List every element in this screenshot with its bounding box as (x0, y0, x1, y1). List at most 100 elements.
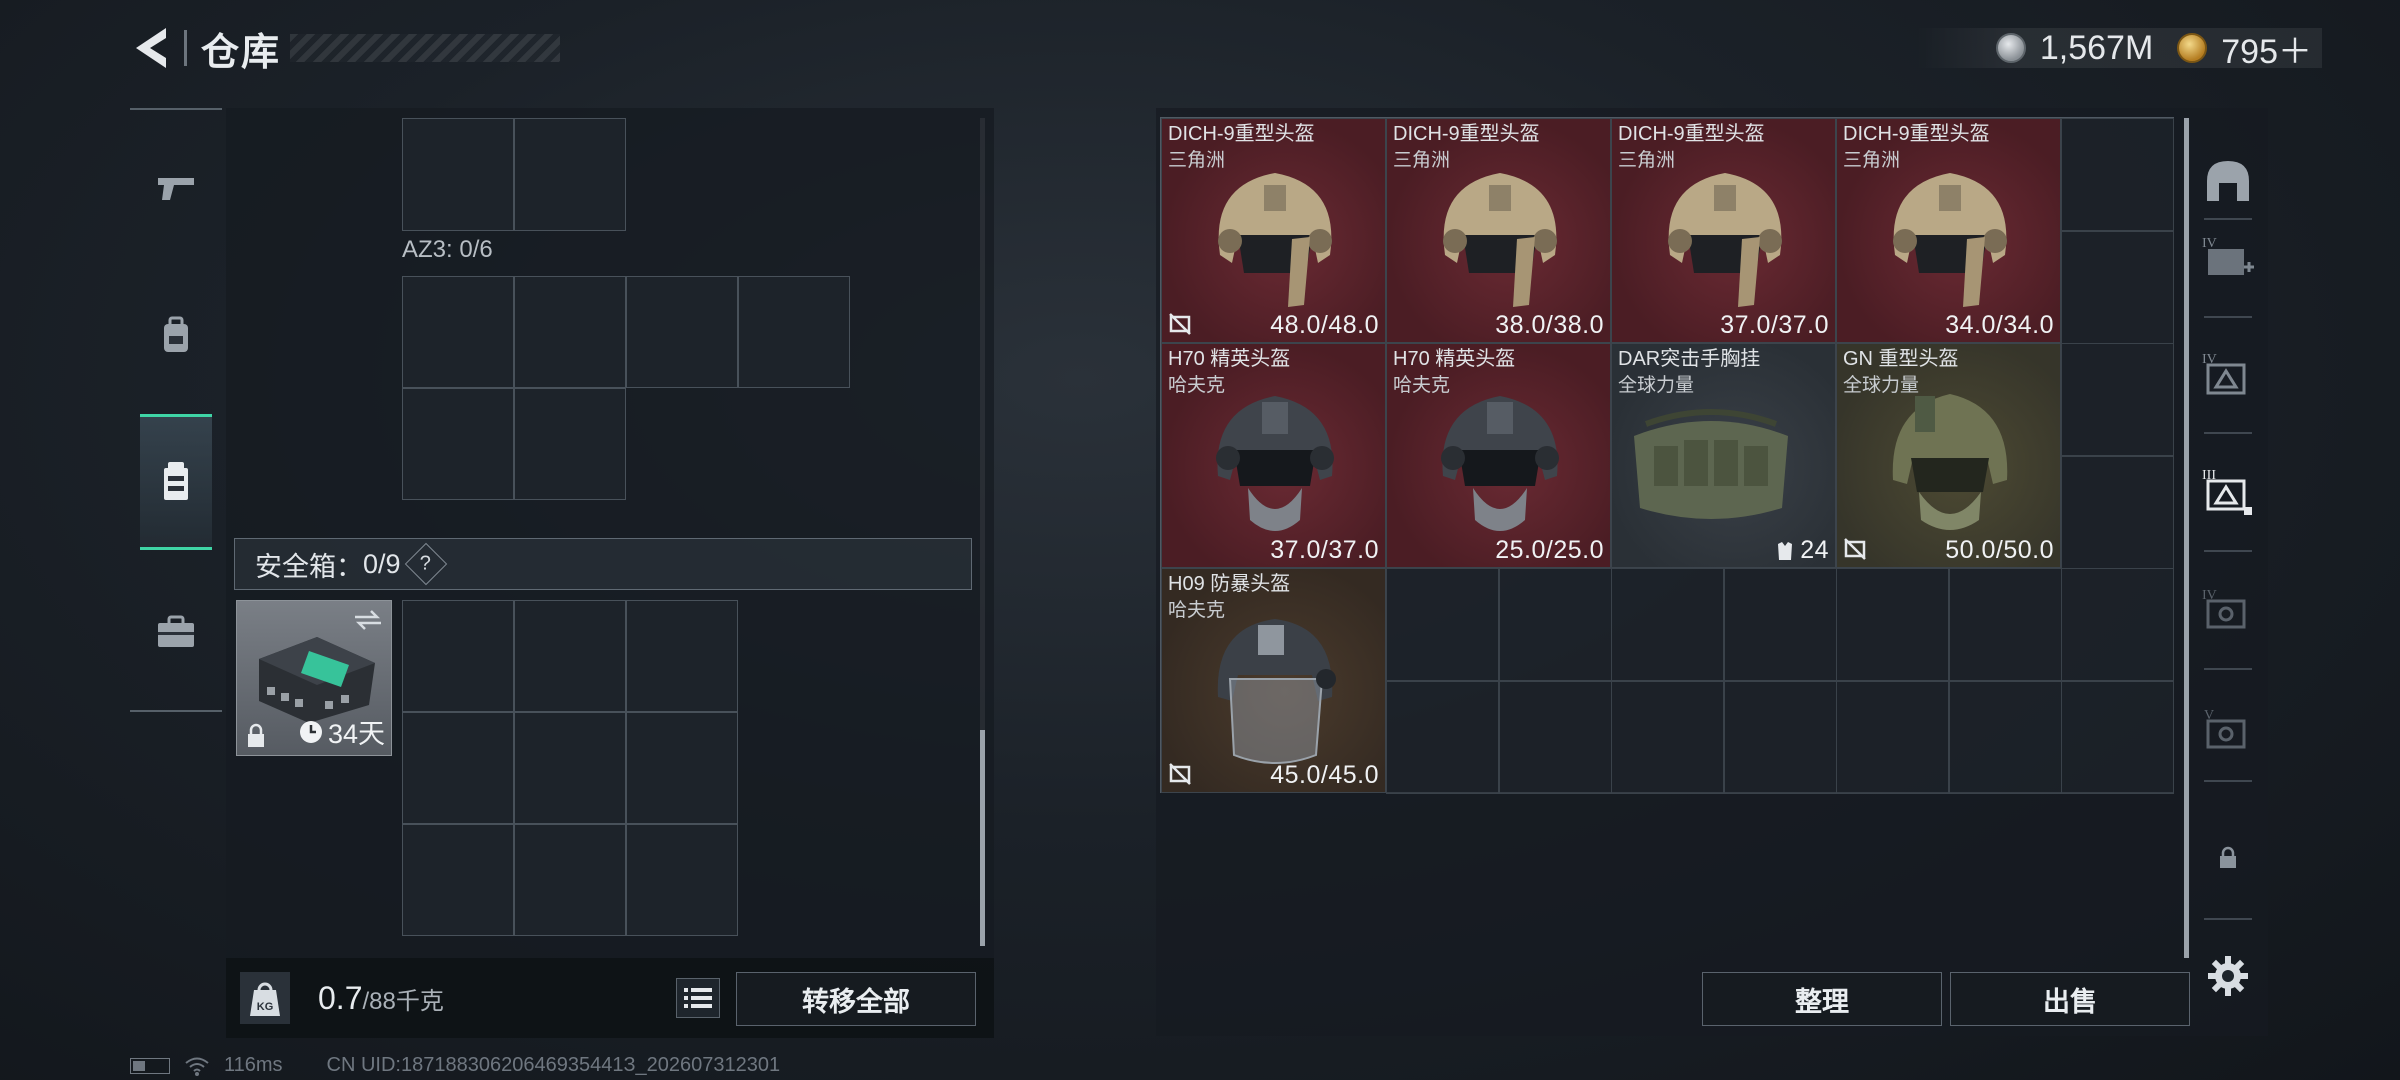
lock-icon (248, 723, 264, 747)
rail-item-weapons[interactable] (140, 148, 212, 228)
item-name: DICH-9重型头盔 (1618, 123, 1765, 145)
silver-currency-value: 1,567M (2039, 28, 2154, 67)
stash-slot[interactable] (1724, 681, 1837, 794)
transfer-all-button[interactable]: 转移全部 (736, 972, 976, 1026)
safe-slot[interactable] (402, 600, 514, 712)
stash-slot[interactable] (1386, 568, 1499, 681)
riot-helmet-image (1217, 619, 1336, 764)
sell-button[interactable]: 出售 (1950, 972, 2190, 1026)
item-faction: 哈夫克 (1393, 375, 1451, 396)
stash-item[interactable]: DICH-9重型头盔 三角洲 34.0/34.0 (1836, 118, 2061, 343)
filter-helmet[interactable] (2196, 148, 2260, 212)
stash-slot[interactable] (2061, 343, 2174, 456)
stash-slot[interactable] (2061, 231, 2174, 344)
item-name: DICH-9重型头盔 (1393, 123, 1540, 145)
item-durability: 38.0/38.0 (1495, 311, 1604, 339)
stash-item[interactable]: DICH-9重型头盔 三角洲 37.0/37.0 (1611, 118, 1836, 343)
rig-slot[interactable] (402, 276, 514, 388)
stash-slot[interactable] (2061, 568, 2174, 681)
stash-slot[interactable] (1836, 568, 1949, 681)
safe-slot[interactable] (514, 712, 626, 824)
item-name: DICH-9重型头盔 (1168, 123, 1315, 145)
stash-slot[interactable] (1724, 568, 1837, 681)
safe-slot[interactable] (514, 824, 626, 936)
tan-helmet-image (1668, 173, 1782, 307)
back-arrow-icon (136, 28, 166, 68)
rail-item-backpack[interactable] (140, 296, 212, 376)
stash-item[interactable]: H70 精英头盔 哈夫克 25.0/25.0 (1386, 343, 1611, 568)
svg-text:IV: IV (2202, 236, 2217, 251)
safe-slot[interactable] (626, 824, 738, 936)
item-durability: 37.0/37.0 (1270, 536, 1379, 564)
safe-slot[interactable] (402, 712, 514, 824)
rig-slot[interactable] (626, 276, 738, 388)
dark-helmet-image (1441, 396, 1559, 531)
title-divider (184, 30, 187, 66)
stash-slot[interactable] (1499, 568, 1612, 681)
filter-armor-iv-b[interactable]: IV (2196, 578, 2260, 642)
stash-slot[interactable] (1949, 681, 2062, 794)
filter-armor-iv[interactable]: IV (2196, 342, 2260, 406)
currency-bar: 1,567M 795＋ (1915, 28, 2322, 71)
organize-button[interactable]: 整理 (1702, 972, 1942, 1026)
safe-slot[interactable] (626, 712, 738, 824)
tan-helmet-image (1218, 173, 1332, 307)
back-button[interactable] (128, 22, 172, 74)
stash-item[interactable]: H09 防暴头盔 哈夫克 45.0/45.0 (1161, 568, 1386, 793)
stash-item[interactable]: DICH-9重型头盔 三角洲 48.0/48.0 (1161, 118, 1386, 343)
rail-item-briefcase[interactable] (140, 592, 212, 672)
item-name: H09 防暴头盔 (1168, 573, 1291, 595)
help-button[interactable]: ? (404, 542, 447, 586)
item-faction: 全球力量 (1843, 375, 1920, 396)
list-view-button[interactable] (676, 978, 720, 1018)
swap-icon[interactable] (353, 609, 383, 631)
stash-slot[interactable] (2061, 456, 2174, 569)
stash-item[interactable]: GN 重型头盔 全球力量 50.0/50.0 (1836, 343, 2061, 568)
stash-slot[interactable] (2061, 681, 2174, 794)
rig-slot[interactable] (514, 276, 626, 388)
carry-weight: 0.7/88千克 (318, 980, 444, 1017)
item-name: GN 重型头盔 (1843, 348, 1959, 370)
stash-slot[interactable] (1499, 681, 1612, 794)
stash-slot[interactable] (1836, 681, 1949, 794)
item-capacity: 24 (1776, 536, 1829, 565)
safe-box-item[interactable]: 34天 (236, 600, 392, 756)
rail-divider (2204, 780, 2252, 782)
stash-item[interactable]: H70 精英头盔 哈夫克 37.0/37.0 (1161, 343, 1386, 568)
backpack-icon (164, 316, 188, 352)
uid-text: CN UID:18718830620646935441З_20260731230… (326, 1054, 781, 1076)
rail-divider (2204, 316, 2252, 318)
rig-slot[interactable] (514, 388, 626, 500)
title-decoration (290, 34, 560, 62)
olive-helmet-image (1892, 394, 2008, 530)
stash-item[interactable]: DICH-9重型头盔 三角洲 38.0/38.0 (1386, 118, 1611, 343)
rig-slot[interactable] (738, 276, 850, 388)
armor-iv-locked-icon: IV (2202, 588, 2246, 629)
filter-armor-iv-plus[interactable]: IV (2196, 226, 2260, 290)
item-durability: 50.0/50.0 (1945, 536, 2054, 564)
settings-button[interactable] (2196, 944, 2260, 1008)
container-slot[interactable] (514, 118, 626, 231)
stash-slot[interactable] (2061, 118, 2174, 231)
rig-slot[interactable] (402, 388, 514, 500)
safe-slot[interactable] (626, 600, 738, 712)
help-icon: ? (419, 552, 432, 575)
stash-scrollbar[interactable] (2184, 118, 2189, 958)
safe-slot[interactable] (514, 600, 626, 712)
stash-slot[interactable] (1386, 681, 1499, 794)
rail-divider (2204, 218, 2252, 220)
filter-armor-v[interactable]: V (2196, 698, 2260, 762)
storage-scrollbar-thumb[interactable] (980, 730, 985, 946)
rail-item-chest-rig[interactable] (140, 414, 212, 550)
gold-currency-value[interactable]: 795＋ (2221, 24, 2312, 73)
stash-item[interactable]: DAR突击手胸挂 全球力量 24 (1611, 343, 1836, 568)
filter-armor-iii[interactable]: III (2196, 460, 2260, 524)
ping-value: 116ms (224, 1054, 283, 1076)
safe-box-count: 0/9 (363, 548, 401, 579)
stash-slot[interactable] (1611, 568, 1724, 681)
safe-slot[interactable] (402, 824, 514, 936)
container-slot[interactable] (402, 118, 514, 231)
stash-slot[interactable] (1949, 568, 2062, 681)
tan-helmet-image (1443, 173, 1557, 307)
stash-slot[interactable] (1611, 681, 1724, 794)
